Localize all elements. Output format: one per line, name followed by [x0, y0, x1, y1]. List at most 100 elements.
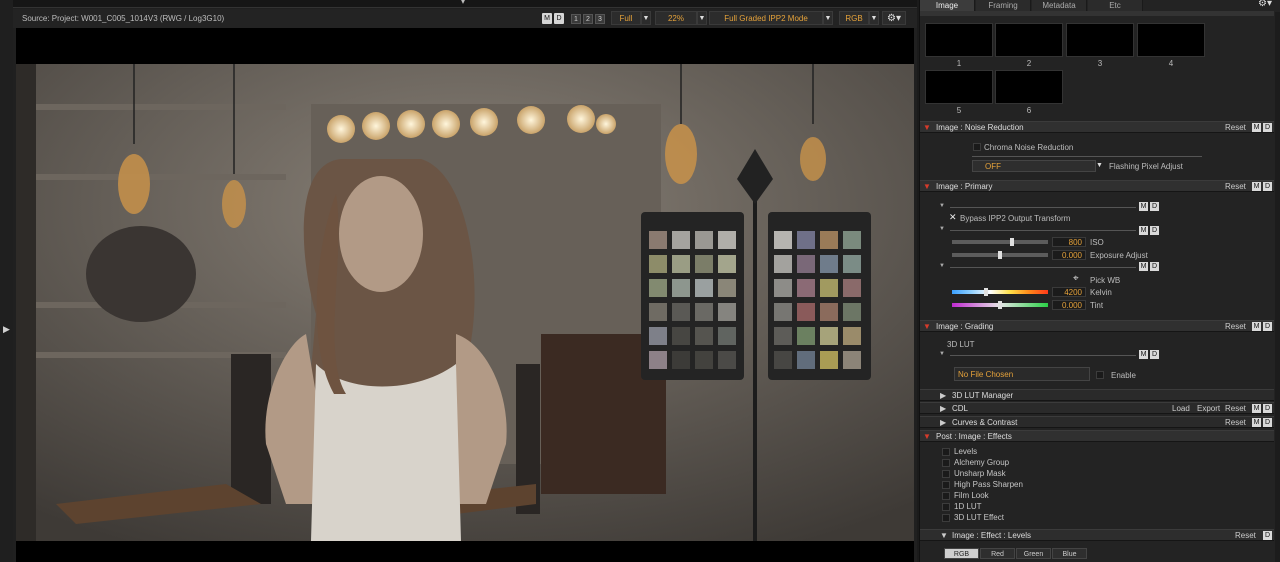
section-cdl[interactable]: ▶ CDL Load Export Reset M D — [920, 402, 1274, 414]
load-button[interactable]: Load — [1172, 404, 1190, 413]
m-button[interactable]: M — [1139, 226, 1148, 235]
section-primary[interactable]: ▼ Image : Primary Reset M D — [920, 180, 1274, 192]
m-button[interactable]: M — [1252, 182, 1261, 191]
collapse-arrow-icon[interactable]: ▼ — [940, 531, 948, 540]
mode-dropdown-icon[interactable]: ▼ — [823, 11, 833, 25]
m-button[interactable]: M — [1252, 123, 1261, 132]
effect-checkbox[interactable] — [942, 492, 950, 500]
kelvin-slider[interactable] — [952, 288, 1048, 296]
view-3-button[interactable]: 3 — [595, 14, 605, 24]
exposure-value[interactable]: 0.000 — [1052, 250, 1086, 260]
snapshot-thumb[interactable] — [925, 23, 993, 57]
slider-knob[interactable] — [998, 301, 1002, 309]
tint-slider[interactable] — [952, 301, 1048, 309]
view-1-button[interactable]: 1 — [571, 14, 581, 24]
pick-wb-button[interactable]: Pick WB — [1090, 276, 1120, 285]
reset-button[interactable]: Reset — [1235, 531, 1256, 540]
tab-metadata[interactable]: Metadata — [1032, 0, 1087, 11]
subsection-arrow-icon[interactable]: ▼ — [939, 226, 945, 232]
section-3d-lut-manager[interactable]: ▶ 3D LUT Manager — [920, 389, 1274, 401]
d-button[interactable]: D — [1150, 202, 1159, 211]
collapse-arrow-icon[interactable]: ▼ — [923, 432, 931, 441]
eyedropper-icon[interactable]: ⌖ — [1073, 273, 1079, 284]
collapse-arrow-icon[interactable]: ▼ — [923, 322, 931, 331]
chroma-checkbox[interactable] — [973, 143, 981, 151]
expand-arrow-icon[interactable]: ▶ — [940, 391, 946, 400]
effect-checkbox[interactable] — [942, 481, 950, 489]
dropdown-icon[interactable]: ▼ — [1096, 160, 1106, 172]
panel-scrollbar[interactable] — [1275, 12, 1280, 562]
zoom-dropdown-icon[interactable]: ▼ — [697, 11, 707, 25]
collapse-arrow-icon[interactable]: ▼ — [923, 123, 931, 132]
section-grading[interactable]: ▼ Image : Grading Reset M D — [920, 320, 1274, 332]
left-panel-toggle-strip[interactable]: ▶ — [0, 0, 13, 562]
snapshot-thumb[interactable] — [1137, 23, 1205, 57]
channel-rgb-button[interactable]: RGB — [944, 548, 979, 559]
channel-blue-button[interactable]: Blue — [1052, 548, 1087, 559]
m-button[interactable]: M — [1252, 322, 1261, 331]
resolution-dropdown-icon[interactable]: ▼ — [641, 11, 651, 25]
effect-checkbox[interactable] — [942, 503, 950, 511]
d-button[interactable]: D — [1150, 262, 1159, 271]
d-button[interactable]: D — [1263, 418, 1272, 427]
iso-slider[interactable] — [952, 238, 1048, 246]
reset-button[interactable]: Reset — [1225, 182, 1246, 191]
reset-button[interactable]: Reset — [1225, 404, 1246, 413]
m-button[interactable]: M — [542, 13, 552, 24]
snapshot-thumb[interactable] — [995, 70, 1063, 104]
kelvin-value[interactable]: 4200 — [1052, 287, 1086, 297]
subsection-arrow-icon[interactable]: ▼ — [939, 351, 945, 357]
section-noise-reduction[interactable]: ▼ Image : Noise Reduction Reset M D — [920, 121, 1274, 133]
subsection-arrow-icon[interactable]: ▼ — [939, 263, 945, 269]
m-button[interactable]: M — [1139, 262, 1148, 271]
effect-checkbox[interactable] — [942, 459, 950, 467]
bypass-check-icon[interactable]: ✕ — [949, 212, 957, 223]
tint-value[interactable]: 0.000 — [1052, 300, 1086, 310]
section-levels[interactable]: ▼ Image : Effect : Levels Reset D — [920, 529, 1274, 541]
expand-left-icon[interactable]: ▶ — [3, 324, 10, 335]
channel-select[interactable]: RGB — [839, 11, 869, 25]
view-2-button[interactable]: 2 — [583, 14, 593, 24]
enable-checkbox[interactable] — [1096, 371, 1104, 379]
reset-button[interactable]: Reset — [1225, 322, 1246, 331]
channel-dropdown-icon[interactable]: ▼ — [869, 11, 879, 25]
d-button[interactable]: D — [1263, 531, 1272, 540]
reset-button[interactable]: Reset — [1225, 123, 1246, 132]
slider-knob[interactable] — [1010, 238, 1014, 246]
section-effects[interactable]: ▼ Post : Image : Effects — [920, 430, 1274, 442]
m-button[interactable]: M — [1139, 202, 1148, 211]
collapse-top-icon[interactable]: ▾ — [461, 0, 465, 6]
reset-button[interactable]: Reset — [1225, 418, 1246, 427]
mode-select[interactable]: Full Graded IPP2 Mode — [709, 11, 823, 25]
snapshot-thumb[interactable] — [925, 70, 993, 104]
collapse-arrow-icon[interactable]: ▼ — [923, 182, 931, 191]
slider-knob[interactable] — [984, 288, 988, 296]
d-button[interactable]: D — [554, 13, 564, 24]
expand-arrow-icon[interactable]: ▶ — [940, 404, 946, 413]
d-button[interactable]: D — [1263, 123, 1272, 132]
exposure-slider[interactable] — [952, 251, 1048, 259]
zoom-select[interactable]: 22% — [655, 11, 697, 25]
slider-knob[interactable] — [998, 251, 1002, 259]
d-button[interactable]: D — [1263, 322, 1272, 331]
m-button[interactable]: M — [1252, 404, 1261, 413]
d-button[interactable]: D — [1263, 182, 1272, 191]
channel-red-button[interactable]: Red — [980, 548, 1015, 559]
d-button[interactable]: D — [1263, 404, 1272, 413]
flash-pixel-select[interactable]: OFF — [972, 160, 1096, 172]
snapshot-thumb[interactable] — [995, 23, 1063, 57]
snapshot-thumb[interactable] — [1066, 23, 1134, 57]
m-button[interactable]: M — [1252, 418, 1261, 427]
m-button[interactable]: M — [1139, 350, 1148, 359]
tab-etc[interactable]: Etc — [1088, 0, 1143, 11]
expand-arrow-icon[interactable]: ▶ — [940, 418, 946, 427]
effect-checkbox[interactable] — [942, 514, 950, 522]
d-button[interactable]: D — [1150, 350, 1159, 359]
d-button[interactable]: D — [1150, 226, 1159, 235]
tab-image[interactable]: Image — [920, 0, 975, 11]
subsection-arrow-icon[interactable]: ▼ — [939, 203, 945, 209]
effect-checkbox[interactable] — [942, 470, 950, 478]
lut-file-chooser[interactable]: No File Chosen — [954, 367, 1090, 381]
resolution-select[interactable]: Full — [611, 11, 641, 25]
section-curves[interactable]: ▶ Curves & Contrast Reset M D — [920, 416, 1274, 428]
